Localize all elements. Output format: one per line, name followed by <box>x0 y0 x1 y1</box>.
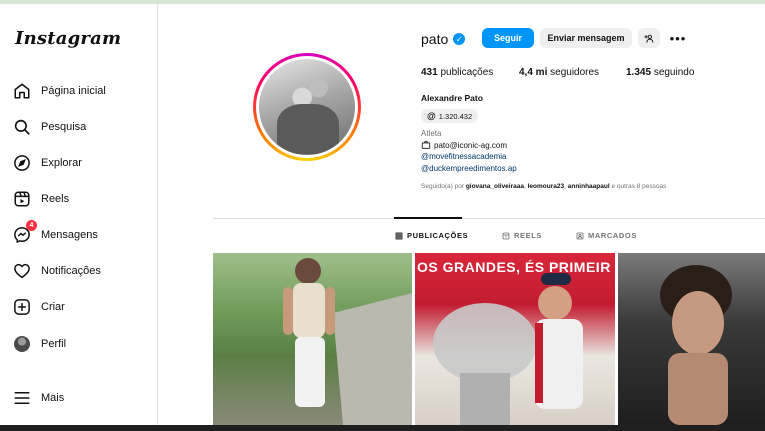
followed-by-text[interactable]: Seguido(a) por giovana_oliveiraaa, leomo… <box>421 183 666 190</box>
posts-count: 431 publicações <box>421 67 494 78</box>
compass-icon <box>12 153 32 173</box>
plus-square-icon <box>12 297 32 317</box>
tab-reels[interactable]: REELS <box>502 231 542 240</box>
sidebar-item-label: Pesquisa <box>41 121 87 133</box>
contact-icon <box>421 141 431 149</box>
more-options-icon[interactable]: ••• <box>668 29 688 47</box>
post-image <box>283 258 412 425</box>
follow-button[interactable]: Seguir <box>482 28 534 48</box>
threads-count: 1.320.432 <box>438 111 473 121</box>
sidebar-item-label: Página inicial <box>41 85 106 97</box>
followed-by-user: leomoura23 <box>527 183 565 190</box>
tagged-icon <box>576 232 584 239</box>
verified-badge-icon: ✓ <box>453 33 466 45</box>
post-thumbnail[interactable] <box>213 253 412 425</box>
post-thumbnail[interactable]: OS GRANDES, ÉS PRIMEIR <box>415 253 615 425</box>
sidebar-item-label: Perfil <box>41 338 67 350</box>
sidebar-item-label: Mensagens <box>41 229 98 241</box>
avatar <box>12 334 32 354</box>
grid-icon <box>395 232 403 239</box>
tabs-divider <box>213 218 765 219</box>
active-tab-indicator <box>394 217 462 219</box>
sidebar-item-label: Notificações <box>41 265 101 277</box>
sidebar-item-notifications[interactable]: Notificações <box>12 257 152 285</box>
sidebar-item-messages[interactable]: 4 Mensagens <box>12 220 152 249</box>
tab-tagged[interactable]: MARCADOS <box>576 231 637 240</box>
profile-full-name: Alexandre Pato <box>421 93 483 103</box>
instagram-logo[interactable]: Instagram <box>15 28 121 49</box>
messenger-icon: 4 <box>12 220 37 245</box>
add-user-icon <box>644 34 654 43</box>
bio-mention-link[interactable]: @duckempreedimentos.ap <box>421 164 517 173</box>
sidebar-item-explore[interactable]: Explorar <box>12 149 152 177</box>
tab-posts[interactable]: PUBLICAÇÕES <box>395 231 468 240</box>
following-count[interactable]: 1.345 seguindo <box>626 67 694 78</box>
suggest-accounts-button[interactable] <box>638 28 660 48</box>
reels-icon <box>12 189 32 209</box>
sidebar-item-profile[interactable]: Perfil <box>12 330 152 358</box>
profile-email-row: pato@iconic-ag.com <box>421 140 507 150</box>
profile-username-row: pato ✓ <box>421 31 466 47</box>
followers-count[interactable]: 4,4 mi seguidores <box>519 67 599 78</box>
os-taskbar <box>0 425 765 431</box>
bio-mention-link[interactable]: @movefitnessacademia <box>421 152 507 161</box>
profile-category: Atleta <box>421 129 442 138</box>
threads-icon: @ <box>427 111 436 121</box>
post-image <box>660 265 732 425</box>
sidebar-item-create[interactable]: Criar <box>12 293 152 321</box>
sidebar: Instagram Página inicial Pesquisa Explor… <box>0 4 158 425</box>
send-message-button[interactable]: Enviar mensagem <box>540 28 632 48</box>
sidebar-item-label: Criar <box>41 301 65 313</box>
sidebar-item-search[interactable]: Pesquisa <box>12 113 152 141</box>
followed-by-user: anninhaapaul <box>567 183 610 190</box>
followed-by-user: giovana_oliveiraaa <box>465 183 524 190</box>
profile-email[interactable]: pato@iconic-ag.com <box>434 141 507 150</box>
sidebar-item-label: Explorar <box>41 157 82 169</box>
menu-icon <box>12 388 32 408</box>
threads-badge[interactable]: @ 1.320.432 <box>421 109 479 123</box>
post-image <box>433 273 583 425</box>
sidebar-item-more[interactable]: Mais <box>12 384 152 412</box>
profile-username: pato <box>421 31 449 47</box>
sidebar-item-label: Mais <box>41 392 65 404</box>
sidebar-item-home[interactable]: Página inicial <box>12 77 152 105</box>
heart-icon <box>12 261 32 281</box>
search-icon <box>12 117 32 137</box>
post-thumbnail[interactable] <box>618 253 765 425</box>
home-icon <box>12 81 32 101</box>
reels-icon <box>502 232 510 239</box>
sidebar-item-label: Reels <box>41 193 70 205</box>
sidebar-item-reels[interactable]: Reels <box>12 185 152 213</box>
profile-avatar[interactable] <box>253 53 361 161</box>
notification-badge: 4 <box>26 220 37 231</box>
